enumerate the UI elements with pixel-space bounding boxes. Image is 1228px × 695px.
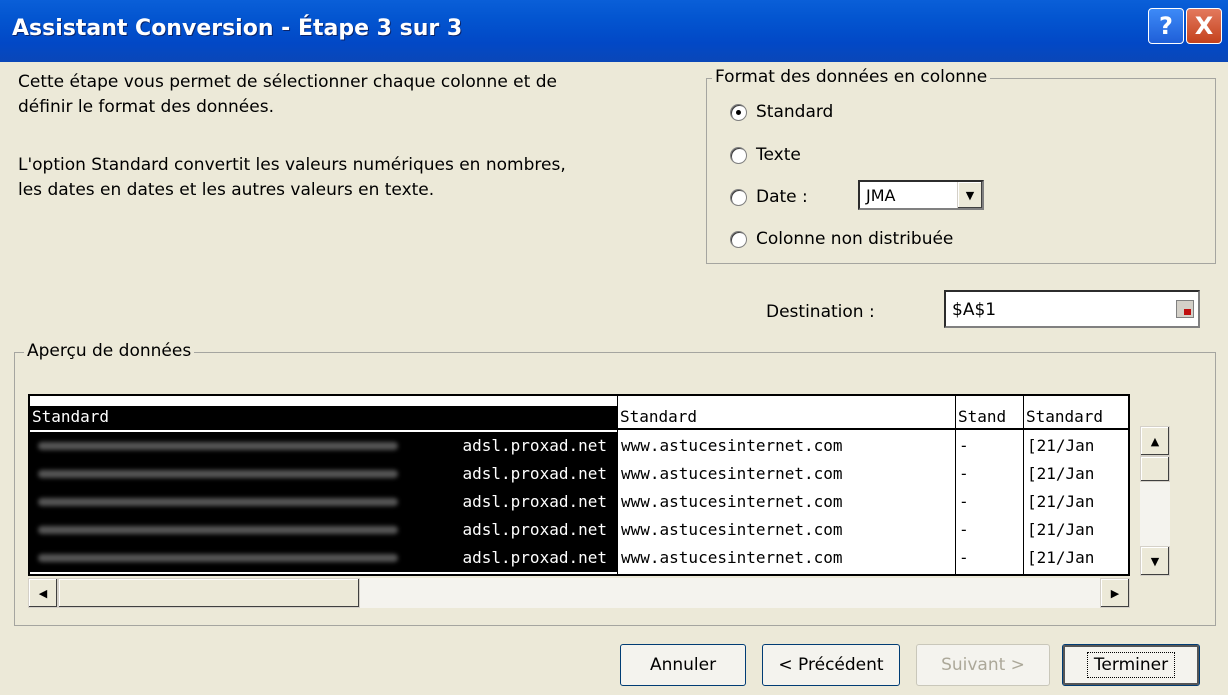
horizontal-scroll-thumb[interactable] bbox=[58, 578, 360, 608]
radio-skip-column-label[interactable]: Colonne non distribuée bbox=[756, 229, 953, 249]
format-group-legend: Format des données en colonne bbox=[712, 67, 991, 87]
help-button[interactable]: ? bbox=[1148, 8, 1184, 44]
table-cell: adsl.proxad.net bbox=[30, 460, 617, 488]
description-line-3: L'option Standard convertit les valeurs … bbox=[18, 155, 566, 175]
redacted-region bbox=[38, 498, 398, 506]
table-cell: adsl.proxad.net bbox=[30, 432, 617, 460]
vertical-scrollbar[interactable]: ▲ ▼ bbox=[1140, 426, 1170, 576]
radio-date-label[interactable]: Date : bbox=[756, 187, 808, 207]
date-format-value: JMA bbox=[866, 186, 896, 205]
range-select-icon[interactable] bbox=[1176, 300, 1194, 318]
scroll-right-icon[interactable]: ▶ bbox=[1100, 578, 1130, 608]
destination-field[interactable]: $A$1 bbox=[944, 290, 1200, 328]
table-cell: www.astucesinternet.com bbox=[621, 492, 843, 511]
radio-text[interactable]: Texte bbox=[730, 142, 801, 168]
table-cell: [21/Jan bbox=[1027, 548, 1095, 567]
date-format-select[interactable]: JMA ▼ bbox=[858, 180, 984, 210]
radio-standard[interactable]: Standard bbox=[730, 99, 833, 125]
column-header[interactable]: Standard bbox=[618, 406, 955, 430]
radio-date[interactable]: Date : bbox=[730, 184, 808, 210]
horizontal-scrollbar[interactable]: ◀ ▶ bbox=[28, 578, 1130, 608]
preview-column-1[interactable]: Standard adsl.proxad.net adsl.proxad.net… bbox=[30, 396, 618, 574]
table-cell: adsl.proxad.net bbox=[30, 544, 617, 572]
description-line-2: définir le format des données. bbox=[18, 97, 274, 117]
redacted-region bbox=[38, 470, 398, 478]
redacted-region bbox=[38, 554, 398, 562]
vertical-scroll-thumb[interactable] bbox=[1140, 456, 1170, 482]
table-cell: - bbox=[959, 548, 969, 567]
table-cell: adsl.proxad.net bbox=[30, 488, 617, 516]
destination-label: Destination : bbox=[766, 302, 875, 322]
table-cell: - bbox=[959, 436, 969, 455]
table-cell: - bbox=[959, 492, 969, 511]
radio-skip-column-circle[interactable] bbox=[730, 230, 747, 248]
table-cell: [21/Jan bbox=[1027, 520, 1095, 539]
scroll-up-icon[interactable]: ▲ bbox=[1140, 426, 1170, 456]
table-cell: adsl.proxad.net bbox=[30, 516, 617, 544]
table-cell: [21/Jan bbox=[1027, 464, 1095, 483]
table-cell: [21/Jan bbox=[1027, 436, 1095, 455]
description-line-1: Cette étape vous permet de sélectionner … bbox=[18, 72, 557, 92]
scroll-down-icon[interactable]: ▼ bbox=[1140, 546, 1170, 576]
window-title: Assistant Conversion - Étape 3 sur 3 bbox=[12, 16, 463, 41]
radio-text-circle[interactable] bbox=[730, 146, 747, 164]
preview-column-4[interactable]: Standard [21/Jan [21/Jan [21/Jan [21/Jan… bbox=[1024, 396, 1128, 574]
next-button[interactable]: Suivant > bbox=[916, 644, 1050, 686]
radio-standard-label[interactable]: Standard bbox=[756, 102, 833, 122]
scroll-left-icon[interactable]: ◀ bbox=[28, 578, 58, 608]
redacted-region bbox=[38, 442, 398, 450]
finish-button-label[interactable]: Terminer bbox=[1086, 652, 1176, 678]
table-cell: www.astucesinternet.com bbox=[621, 548, 843, 567]
column-header[interactable]: Standard bbox=[30, 406, 617, 430]
preview-group-legend: Aperçu de données bbox=[24, 341, 195, 361]
destination-value: $A$1 bbox=[952, 300, 997, 320]
description-line-4: les dates en dates et les autres valeurs… bbox=[18, 180, 435, 200]
radio-date-circle[interactable] bbox=[730, 188, 747, 206]
title-bar: Assistant Conversion - Étape 3 sur 3 ? X bbox=[0, 0, 1228, 62]
column-header[interactable]: Standard bbox=[1024, 406, 1128, 430]
radio-skip-column[interactable]: Colonne non distribuée bbox=[730, 226, 953, 252]
table-cell: www.astucesinternet.com bbox=[621, 520, 843, 539]
previous-button[interactable]: < Précédent bbox=[762, 644, 900, 686]
cancel-button[interactable]: Annuler bbox=[620, 644, 746, 686]
preview-column-2[interactable]: Standard www.astucesinternet.com www.ast… bbox=[618, 396, 956, 574]
data-preview[interactable]: Standard adsl.proxad.net adsl.proxad.net… bbox=[28, 394, 1130, 576]
table-cell: www.astucesinternet.com bbox=[621, 436, 843, 455]
close-button[interactable]: X bbox=[1186, 8, 1222, 44]
chevron-down-icon[interactable]: ▼ bbox=[957, 182, 982, 208]
preview-column-3[interactable]: Stand - - - - - bbox=[956, 396, 1024, 574]
table-cell: - bbox=[959, 464, 969, 483]
radio-standard-circle[interactable] bbox=[730, 103, 747, 121]
column-header[interactable]: Stand bbox=[956, 406, 1023, 430]
redacted-region bbox=[38, 526, 398, 534]
table-cell: www.astucesinternet.com bbox=[621, 464, 843, 483]
table-cell: - bbox=[959, 520, 969, 539]
radio-text-label[interactable]: Texte bbox=[756, 145, 801, 165]
table-cell: [21/Jan bbox=[1027, 492, 1095, 511]
finish-button[interactable]: Terminer bbox=[1062, 644, 1200, 686]
